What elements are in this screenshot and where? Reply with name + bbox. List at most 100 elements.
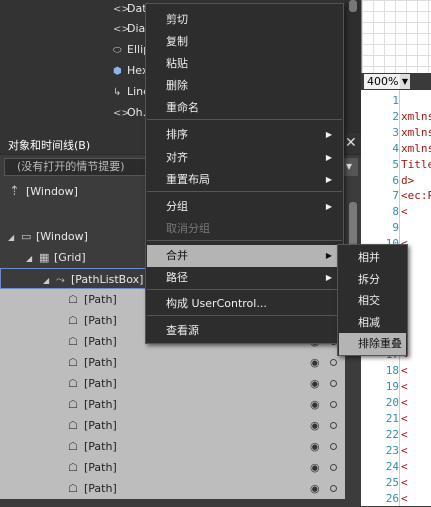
close-icon[interactable]: ✕ [345,135,357,151]
expand-triangle-icon[interactable]: ◢ [8,227,14,248]
code-line[interactable]: < [401,204,431,220]
lock-dot-icon[interactable] [330,485,337,492]
tree-row[interactable]: ☖ [Path] ◉ [0,415,345,436]
line-number: 8 [392,205,399,219]
eye-icon[interactable]: ◉ [310,352,320,373]
code-line[interactable]: xmlns [401,141,431,157]
asset-item[interactable]: <>Diag... [113,18,149,39]
eye-icon[interactable]: ◉ [310,415,320,436]
chevron-down-icon[interactable]: ▼ [400,74,410,89]
submenu-item[interactable]: 拆分 [339,269,406,291]
code-line[interactable]: xmlns [401,125,431,141]
path-icon: ☖ [68,293,78,306]
tree-row[interactable]: ☖ [Path] ◉ [0,352,345,373]
lock-dot-icon[interactable] [330,422,337,429]
code-icon: <> [113,24,130,35]
eye-icon[interactable]: ◉ [310,457,320,478]
code-line[interactable]: <ec:P [401,188,431,204]
path-icon: ☖ [68,335,78,348]
window-icon: ▭ [21,230,32,243]
code-line[interactable]: d> [401,173,431,189]
context-menu-item-label: 路径 [166,271,188,284]
context-menu-item-label: 分组 [166,200,188,213]
code-line[interactable]: xmlns [401,109,431,125]
code-line[interactable]: < [401,411,431,427]
submenu-item[interactable]: 相并 [339,247,406,269]
grid-icon: ▦ [39,251,50,264]
line-number: 20 [385,396,399,410]
expand-triangle-icon[interactable]: ◢ [43,270,49,291]
lock-dot-icon[interactable] [330,401,337,408]
code-line[interactable]: < [401,443,431,459]
line-number: 2 [392,109,399,123]
code-line[interactable]: < [401,459,431,475]
asset-item[interactable]: <>DataP... [113,0,149,19]
context-menu-item[interactable]: 路径 ▶ [147,267,342,289]
context-menu-item[interactable]: 排序 ▶ [147,124,342,146]
line-icon: ↳ [113,87,122,98]
code-line[interactable]: < [401,379,431,395]
submenu-item[interactable]: 排除重叠 [339,333,406,355]
lock-dot-icon[interactable] [330,359,337,366]
code-line[interactable]: < [401,427,431,443]
line-number: 25 [385,475,399,489]
lock-dot-icon[interactable] [330,464,337,471]
tree-row[interactable]: ☖ [Path] ◉ [0,457,345,478]
scroll-thumb[interactable] [349,0,357,12]
design-canvas[interactable] [361,0,431,73]
line-number: 5 [392,157,399,171]
path-icon: ☖ [68,440,78,453]
lock-dot-icon[interactable] [330,380,337,387]
tree-row[interactable]: ☖ [Path] ◉ [0,478,345,499]
context-menu-item[interactable]: 分组 ▶ [147,196,342,218]
context-menu-item[interactable]: 删除 [147,75,342,97]
context-menu-item-label: 剪切 [166,13,188,26]
tree-row-label: [Path] [84,314,117,327]
asset-item[interactable]: ⬭Ellip... [113,39,149,60]
line-number: 3 [392,125,399,139]
line-number: 9 [392,221,399,235]
path-icon: ☖ [68,377,78,390]
context-menu-item[interactable]: 剪切 [147,9,342,31]
eye-icon[interactable]: ◉ [310,436,320,457]
asset-item[interactable]: <>Oh... [113,102,149,123]
code-line[interactable] [401,220,431,236]
zoom-select[interactable]: 400% [364,74,400,89]
menu-separator [147,119,342,120]
tree-row-label: [Path] [84,440,117,453]
submenu-arrow-icon: ▶ [325,251,332,260]
scope-up-icon[interactable]: ⇡ [9,184,20,199]
tree-row-label: [Path] [84,293,117,306]
tree-row[interactable]: ☖ [Path] ◉ [0,394,345,415]
context-menu-item[interactable]: 重命名 [147,97,342,119]
eye-icon[interactable]: ◉ [310,478,320,499]
asset-item[interactable]: ↳Line... [113,81,149,102]
code-line[interactable] [401,93,431,109]
asset-item[interactable]: ⬢Hex... [113,60,149,81]
tree-row[interactable]: ☖ [Path] ◉ [0,436,345,457]
context-menu-item[interactable]: 对齐 ▶ [147,147,342,169]
context-menu-item[interactable]: 粘贴 [147,53,342,75]
submenu-item[interactable]: 相减 [339,312,406,334]
assets-scrollbar[interactable] [345,0,361,133]
code-line[interactable]: < [401,363,431,379]
code-line[interactable]: < [401,395,431,411]
eye-icon[interactable]: ◉ [310,373,320,394]
lock-dot-icon[interactable] [330,443,337,450]
context-menu-item[interactable]: 复制 [147,31,342,53]
code-line[interactable]: Title [401,157,431,173]
eye-icon[interactable]: ◉ [310,394,320,415]
tree-row[interactable]: ☖ [Path] ◉ [0,373,345,394]
code-line[interactable]: < [401,491,431,507]
submenu-item[interactable]: 相交 [339,290,406,312]
context-menu-item[interactable]: 合并 ▶ [147,245,342,267]
expand-triangle-icon[interactable]: ◢ [26,248,32,269]
context-menu-item-label: 构成 UserControl... [166,297,267,310]
code-line[interactable]: < [401,475,431,491]
tree-row-label: [Path] [84,461,117,474]
context-menu-item[interactable]: 重置布局 ▶ [147,169,342,191]
context-menu-item[interactable]: 查看源 [147,320,342,342]
context-menu-item-label: 对齐 [166,151,188,164]
submenu-arrow-icon: ▶ [325,153,332,162]
context-menu-item[interactable]: 构成 UserControl... [147,293,342,315]
